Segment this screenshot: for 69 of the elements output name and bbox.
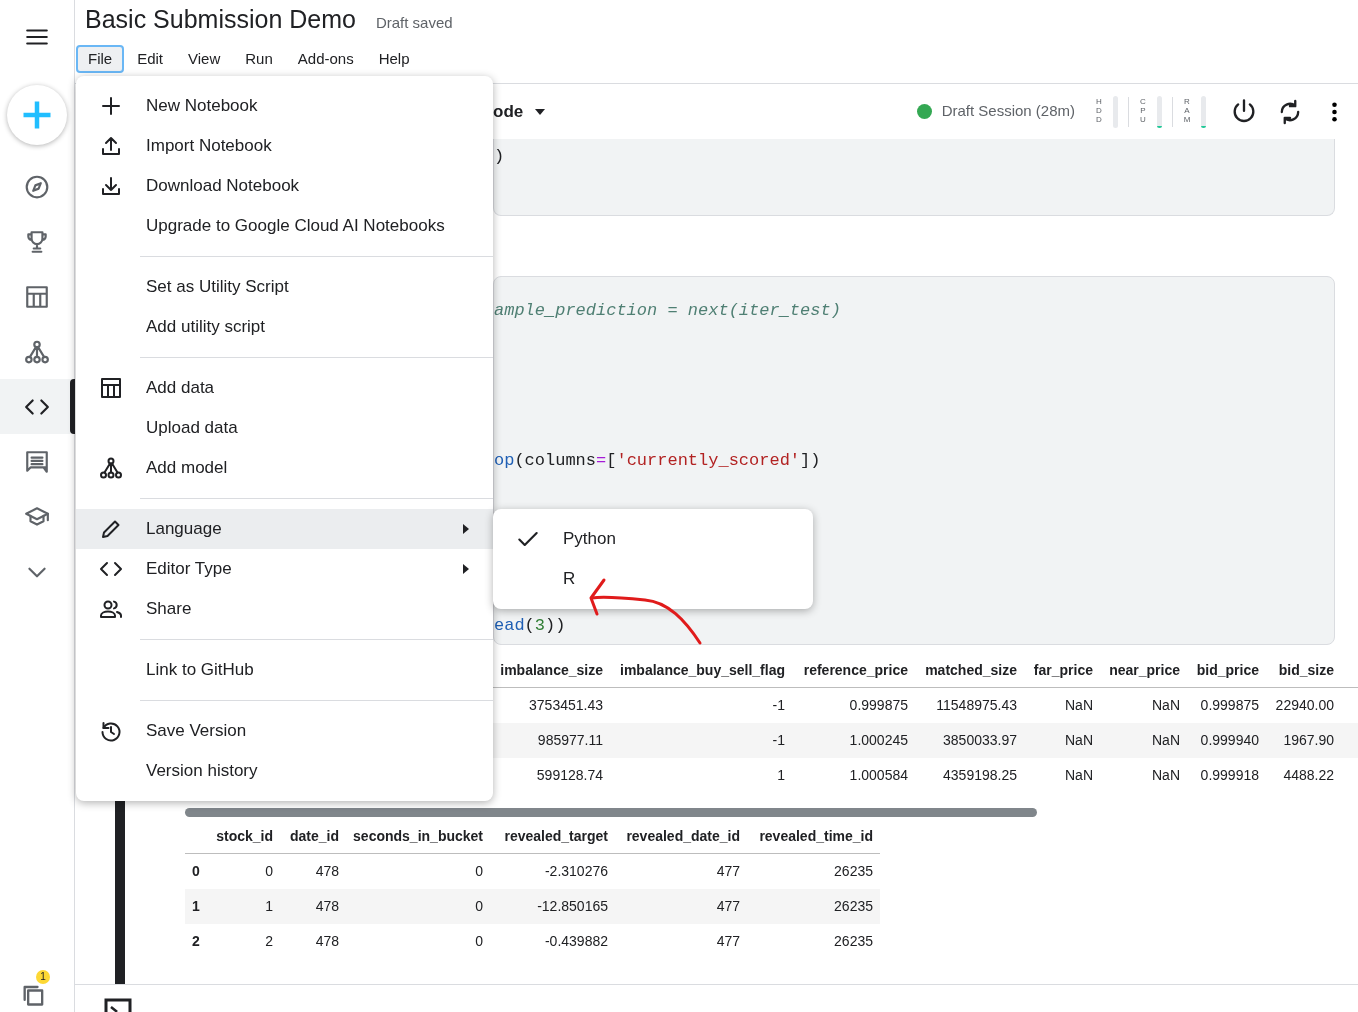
table-cell-text: 599128.74 bbox=[535, 766, 604, 785]
meter-label: CPU bbox=[1139, 98, 1147, 125]
table-cell-text: 3850033.97 bbox=[942, 731, 1018, 750]
table-cell-text: 0.999918 bbox=[1199, 766, 1260, 785]
code-line: ead(3)) bbox=[494, 615, 567, 637]
table-cell-text: 2 bbox=[264, 932, 274, 951]
column-header: bid_size bbox=[1277, 660, 1335, 680]
column-header: revealed_date_id bbox=[625, 826, 741, 846]
table-cell-text: 1.000245 bbox=[848, 731, 909, 750]
code-line: ample_prediction = next(iter_test) bbox=[494, 300, 842, 322]
table-cell-text: 478 bbox=[314, 932, 340, 951]
column-header: stock_id bbox=[215, 826, 274, 846]
table-cell-text: NaN bbox=[1064, 766, 1094, 785]
table-cell-text: 26235 bbox=[833, 897, 874, 916]
table-cell-text: 26235 bbox=[833, 862, 874, 881]
row-index: 2 bbox=[191, 932, 201, 951]
table-cell-text: 0 bbox=[474, 897, 484, 916]
table-cell-text: 4359198.25 bbox=[942, 766, 1018, 785]
table-cell-text: 0.999875 bbox=[1199, 696, 1260, 715]
table-cell-text: 26235 bbox=[833, 932, 874, 951]
table-cell-text: 0.999875 bbox=[848, 696, 909, 715]
table-cell-text: 0 bbox=[474, 862, 484, 881]
column-header: date_id bbox=[289, 826, 340, 846]
table-cell-text: NaN bbox=[1064, 731, 1094, 750]
table-cell-text: 478 bbox=[314, 862, 340, 881]
table-cell-text: -2.310276 bbox=[543, 862, 609, 881]
table-cell-text: -1 bbox=[771, 731, 786, 750]
table-cell-text: 0 bbox=[264, 862, 274, 881]
table-cell-text: 4488.22 bbox=[1282, 766, 1335, 785]
row-index: 1 bbox=[191, 897, 201, 916]
table-cell-text: 1 bbox=[776, 766, 786, 785]
table-cell-text: 985977.11 bbox=[536, 731, 604, 750]
table-cell-text: 0 bbox=[474, 932, 484, 951]
notification-badge: 1 bbox=[36, 970, 50, 984]
table-cell-text: 1 bbox=[264, 897, 274, 916]
column-header: revealed_time_id bbox=[758, 826, 874, 846]
column-header: reference_price bbox=[802, 660, 909, 680]
table-cell-text: NaN bbox=[1151, 766, 1181, 785]
table-cell-text: 11548975.43 bbox=[935, 696, 1018, 715]
meter-label: HDD bbox=[1095, 98, 1103, 125]
row-index: 0 bbox=[191, 862, 201, 881]
table-cell-text: NaN bbox=[1064, 696, 1094, 715]
table-cell-text: 0.999940 bbox=[1199, 731, 1260, 750]
table-cell-text: -12.850165 bbox=[536, 897, 609, 916]
table-cell-text: 478 bbox=[314, 897, 340, 916]
column-header: far_price bbox=[1032, 660, 1094, 680]
table-cell-text: 1.000584 bbox=[848, 766, 909, 785]
table-cell-text: 477 bbox=[715, 862, 741, 881]
column-header: seconds_in_bucket bbox=[352, 826, 484, 846]
column-header: bid_price bbox=[1195, 660, 1260, 680]
table-cell-text: -1 bbox=[771, 696, 786, 715]
session-status: Draft Session (28m) bbox=[941, 101, 1075, 122]
table-cell-text: NaN bbox=[1151, 696, 1181, 715]
column-header: imbalance_buy_sell_flag bbox=[619, 660, 786, 680]
table-cell-text: 3753451.43 bbox=[528, 696, 604, 715]
table-cell-text: -0.439882 bbox=[543, 932, 609, 951]
table-cell-text: 1967.90 bbox=[1282, 731, 1335, 750]
table-cell-text: 22940.00 bbox=[1274, 696, 1335, 715]
code-line: op(columns=['currently_scored']) bbox=[494, 450, 822, 472]
column-header: revealed_target bbox=[503, 826, 609, 846]
table-cell-text: 477 bbox=[715, 932, 741, 951]
table-cell-text: NaN bbox=[1151, 731, 1181, 750]
save-status: Draft saved bbox=[375, 13, 453, 33]
column-header: near_price bbox=[1108, 660, 1181, 680]
meter-label: RAM bbox=[1183, 98, 1191, 125]
table-cell-text: 477 bbox=[715, 897, 741, 916]
column-header: matched_size bbox=[924, 660, 1018, 680]
column-header: imbalance_size bbox=[499, 660, 604, 680]
code-line: ) bbox=[494, 146, 506, 168]
